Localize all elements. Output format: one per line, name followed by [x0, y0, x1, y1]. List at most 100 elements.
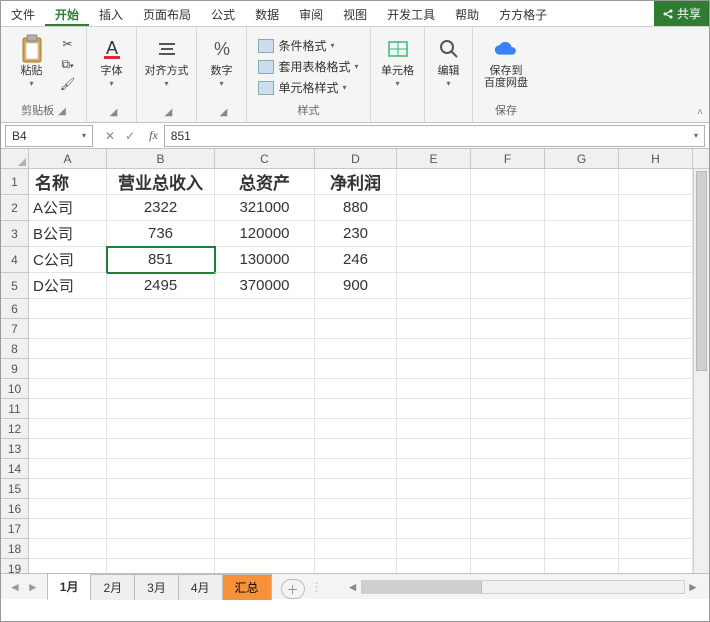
scroll-thumb[interactable] [696, 171, 707, 371]
cell[interactable] [315, 419, 397, 439]
cell[interactable] [29, 499, 107, 519]
scroll-track[interactable] [361, 580, 685, 594]
cell[interactable] [107, 519, 215, 539]
menu-home[interactable]: 开始 [45, 1, 89, 26]
menu-devtools[interactable]: 开发工具 [377, 1, 445, 26]
cell[interactable] [107, 559, 215, 573]
cell[interactable] [397, 399, 471, 419]
cell[interactable]: B公司 [29, 221, 107, 247]
cell[interactable] [29, 379, 107, 399]
row-header[interactable]: 11 [1, 399, 28, 419]
dialog-launcher-icon[interactable]: ◢ [220, 107, 228, 118]
cell[interactable] [107, 319, 215, 339]
cell[interactable] [107, 439, 215, 459]
row-header[interactable]: 4 [1, 247, 28, 273]
cell[interactable] [619, 359, 693, 379]
cell[interactable] [619, 169, 693, 195]
cell[interactable] [215, 539, 315, 559]
table-format-button[interactable]: 套用表格格式 ▾ [258, 58, 358, 75]
sheet-tab[interactable]: 1月 [47, 573, 92, 600]
cell[interactable] [471, 479, 545, 499]
cell[interactable] [619, 419, 693, 439]
cell[interactable] [471, 379, 545, 399]
cell[interactable] [619, 247, 693, 273]
cell[interactable]: 名称 [29, 169, 107, 195]
cell[interactable] [215, 459, 315, 479]
cell[interactable] [619, 339, 693, 359]
font-button[interactable]: A 字体 ▾ [90, 31, 134, 88]
cell[interactable] [471, 319, 545, 339]
paste-button[interactable]: 粘贴 ▾ [10, 31, 54, 88]
cell[interactable] [397, 419, 471, 439]
menu-formulas[interactable]: 公式 [201, 1, 245, 26]
cell[interactable]: 营业总收入 [107, 169, 215, 195]
cell[interactable] [619, 379, 693, 399]
cell[interactable] [215, 339, 315, 359]
cut-button[interactable]: ✂ [58, 35, 78, 53]
cell[interactable]: 736 [107, 221, 215, 247]
cell[interactable] [545, 299, 619, 319]
row-header[interactable]: 2 [1, 195, 28, 221]
cell[interactable]: 2495 [107, 273, 215, 299]
cell[interactable] [29, 479, 107, 499]
cell[interactable] [315, 379, 397, 399]
cell[interactable]: 246 [315, 247, 397, 273]
row-header[interactable]: 17 [1, 519, 28, 539]
cell[interactable]: 130000 [215, 247, 315, 273]
cell[interactable] [29, 559, 107, 573]
cell[interactable] [397, 519, 471, 539]
row-header[interactable]: 13 [1, 439, 28, 459]
cell[interactable] [215, 499, 315, 519]
menu-data[interactable]: 数据 [245, 1, 289, 26]
cell[interactable]: 230 [315, 221, 397, 247]
row-header[interactable]: 8 [1, 339, 28, 359]
confirm-icon[interactable]: ✓ [125, 129, 135, 143]
new-sheet-button[interactable]: ＋ [281, 579, 305, 599]
cell[interactable] [545, 399, 619, 419]
cell[interactable] [29, 519, 107, 539]
cell[interactable] [107, 359, 215, 379]
share-button[interactable]: 共享 [654, 1, 709, 26]
row-header[interactable]: 1 [1, 169, 28, 195]
row-header[interactable]: 19 [1, 559, 28, 573]
cell[interactable] [29, 319, 107, 339]
col-header[interactable]: H [619, 149, 693, 168]
cell-style-button[interactable]: 单元格样式 ▾ [258, 79, 358, 96]
cell[interactable] [471, 169, 545, 195]
sheet-tab[interactable]: 3月 [134, 574, 179, 600]
cell[interactable] [397, 439, 471, 459]
menu-help[interactable]: 帮助 [445, 1, 489, 26]
cell[interactable] [107, 379, 215, 399]
collapse-ribbon-icon[interactable]: ˄ [697, 107, 703, 118]
cell[interactable] [545, 439, 619, 459]
scroll-right-icon[interactable]: ► [685, 580, 701, 594]
col-header[interactable]: G [545, 149, 619, 168]
sheet-next-icon[interactable]: ► [27, 580, 39, 594]
cell[interactable] [397, 559, 471, 573]
cell[interactable] [397, 539, 471, 559]
cell[interactable] [619, 273, 693, 299]
row-header[interactable]: 6 [1, 299, 28, 319]
cell[interactable] [471, 559, 545, 573]
cells-area[interactable]: 名称 营业总收入 总资产 净利润 A公司 2322 321000 880 B公司… [29, 169, 709, 573]
cell[interactable] [315, 319, 397, 339]
cell[interactable] [29, 419, 107, 439]
cell[interactable]: 880 [315, 195, 397, 221]
cell[interactable] [397, 221, 471, 247]
expand-formula-icon[interactable]: ▾ [694, 131, 698, 140]
cell[interactable] [215, 519, 315, 539]
cell[interactable] [29, 439, 107, 459]
col-header[interactable]: B [107, 149, 215, 168]
fx-icon[interactable]: fx [143, 128, 164, 143]
cell[interactable] [619, 195, 693, 221]
menu-insert[interactable]: 插入 [89, 1, 133, 26]
cell[interactable] [315, 299, 397, 319]
cell[interactable] [545, 539, 619, 559]
cell[interactable] [107, 339, 215, 359]
menu-review[interactable]: 审阅 [289, 1, 333, 26]
formula-input[interactable]: 851 ▾ [164, 125, 705, 147]
cell[interactable] [471, 419, 545, 439]
cell-active[interactable]: 851 [107, 247, 215, 273]
sheet-tab-summary[interactable]: 汇总 [222, 574, 272, 600]
cell[interactable] [619, 539, 693, 559]
